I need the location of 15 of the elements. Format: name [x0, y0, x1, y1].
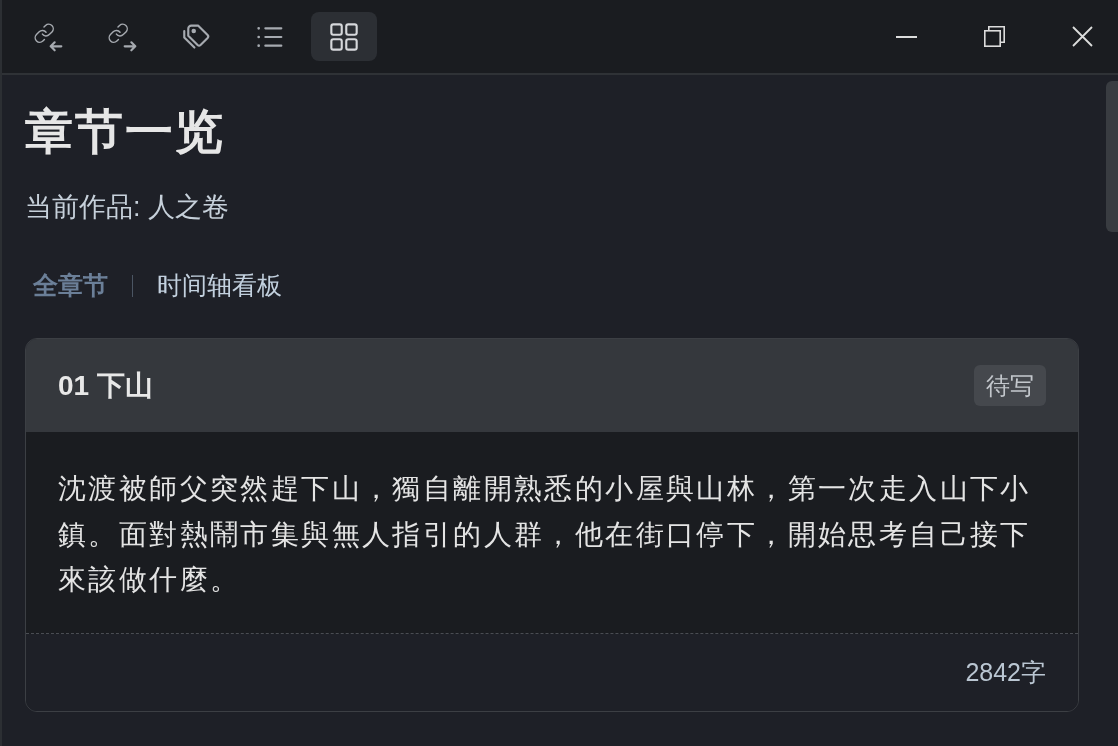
page-title: 章节一览: [25, 104, 226, 160]
minimize-icon: [895, 35, 917, 38]
view-tab[interactable]: 时间轴看板: [149, 265, 290, 305]
grid-icon: [328, 20, 360, 53]
word-count: 2842字: [965, 656, 1046, 688]
restore-icon: [983, 26, 1005, 47]
chapter-summary: 沈渡被師父突然趕下山，獨自離開熟悉的小屋與山林，第一次走入山下小鎮。面對熱鬧市集與無人指引的人群，他在街口停下，開始思考自己接下來該做什麼。: [58, 472, 1032, 597]
close-icon: [1071, 26, 1093, 47]
current-work-label: 当前作品: 人之卷: [25, 191, 230, 224]
view-tab[interactable]: 全章节: [25, 265, 116, 305]
chapter-card[interactable]: 01 下山 待写 沈渡被師父突然趕下山，獨自離開熟悉的小屋與山林，第一次走入山下小鎮。面對熱鬧市集與無人指引的人群，他在街口停下，開始思考自己接下來該做什麼。 2842字: [25, 338, 1079, 712]
status-badge: 待写: [974, 365, 1046, 406]
toolbar-button[interactable]: [311, 12, 377, 61]
chapter-title: 01 下山: [58, 368, 153, 403]
scrollbar-thumb[interactable]: [1106, 81, 1118, 232]
